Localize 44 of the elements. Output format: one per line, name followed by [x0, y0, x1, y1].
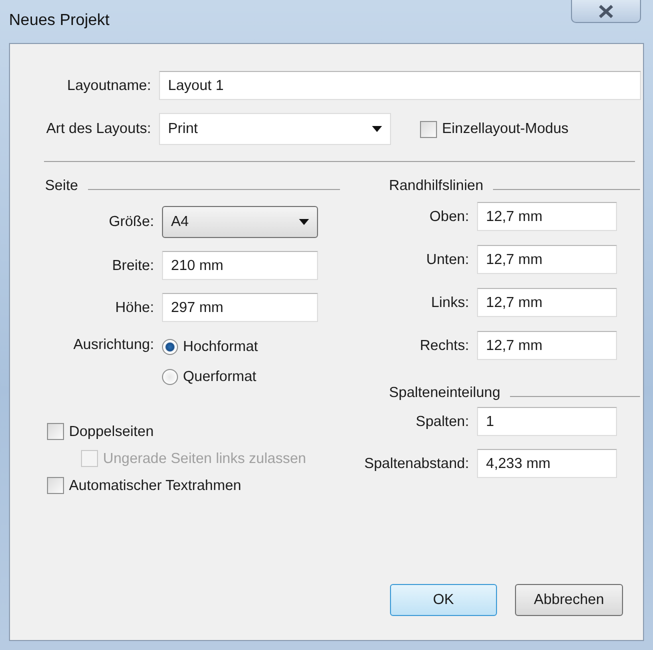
dropdown-caret-icon [299, 219, 309, 225]
field-label: Breite: [111, 258, 155, 274]
checkbox[interactable] [420, 120, 437, 138]
checkbox-label: Doppelseiten [69, 424, 154, 440]
field-label: Ausrichtung: [72, 337, 155, 353]
checkbox[interactable] [47, 477, 64, 494]
field-label: Links: [430, 294, 470, 310]
radio-label: Hochformat [183, 339, 258, 355]
field-label: Art des Layouts: [45, 121, 152, 137]
cancel-button[interactable]: Abbrechen [515, 584, 623, 616]
field-label: Layoutname: [66, 78, 152, 94]
field-label: Höhe: [114, 300, 155, 316]
close-icon [598, 4, 614, 18]
dropdown-caret-icon [372, 126, 382, 132]
window-title: Neues Projekt [9, 12, 110, 30]
field-label: Unten: [425, 252, 470, 268]
checkbox-label: Ungerade Seiten links zulassen [103, 450, 306, 466]
text-field[interactable]: 12,7 mm [477, 331, 617, 360]
text-field[interactable]: 12,7 mm [477, 202, 617, 231]
text-field[interactable]: 4,233 mm [477, 449, 617, 478]
checkbox[interactable] [47, 423, 64, 440]
checkbox-label: Automatischer Textrahmen [69, 478, 242, 494]
radio-button[interactable] [162, 339, 178, 355]
text-field[interactable]: 210 mm [162, 251, 318, 280]
field-label: Spaltenabstand: [363, 456, 470, 472]
section-heading: Randhilfslinien [389, 178, 484, 194]
ok-button[interactable]: OK [390, 584, 497, 616]
text-field[interactable]: 297 mm [162, 293, 318, 322]
text-field[interactable]: 12,7 mm [477, 288, 617, 317]
close-button[interactable] [571, 0, 641, 23]
checkbox-label: Einzellayout-Modus [442, 121, 569, 137]
text-field[interactable]: 12,7 mm [477, 245, 617, 274]
radio-label: Querformat [183, 369, 256, 385]
layout-name-field[interactable]: Layout 1 [159, 71, 641, 100]
radio-button[interactable] [162, 369, 178, 385]
section-heading: Seite [45, 178, 78, 194]
field-label: Größe: [108, 214, 155, 230]
layout-type-dropdown[interactable]: Print [159, 113, 391, 145]
section-heading: Spalteneinteilung [389, 385, 500, 401]
field-label: Rechts: [418, 338, 470, 354]
field-label: Spalten: [414, 414, 470, 430]
field-label: Oben: [428, 208, 470, 224]
page-size-dropdown[interactable]: A4 [162, 206, 318, 238]
text-field[interactable]: 1 [477, 407, 617, 436]
